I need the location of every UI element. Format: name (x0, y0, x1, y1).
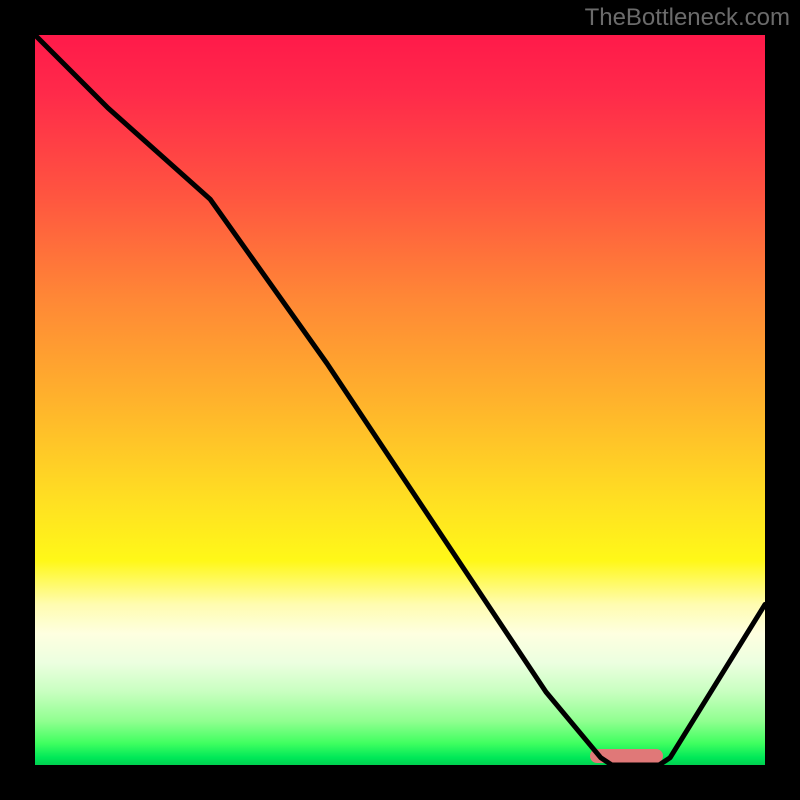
bottleneck-curve (35, 35, 765, 765)
watermark-text: TheBottleneck.com (585, 4, 790, 32)
plot-area (35, 35, 765, 765)
bottleneck-chart: TheBottleneck.com (0, 0, 800, 800)
